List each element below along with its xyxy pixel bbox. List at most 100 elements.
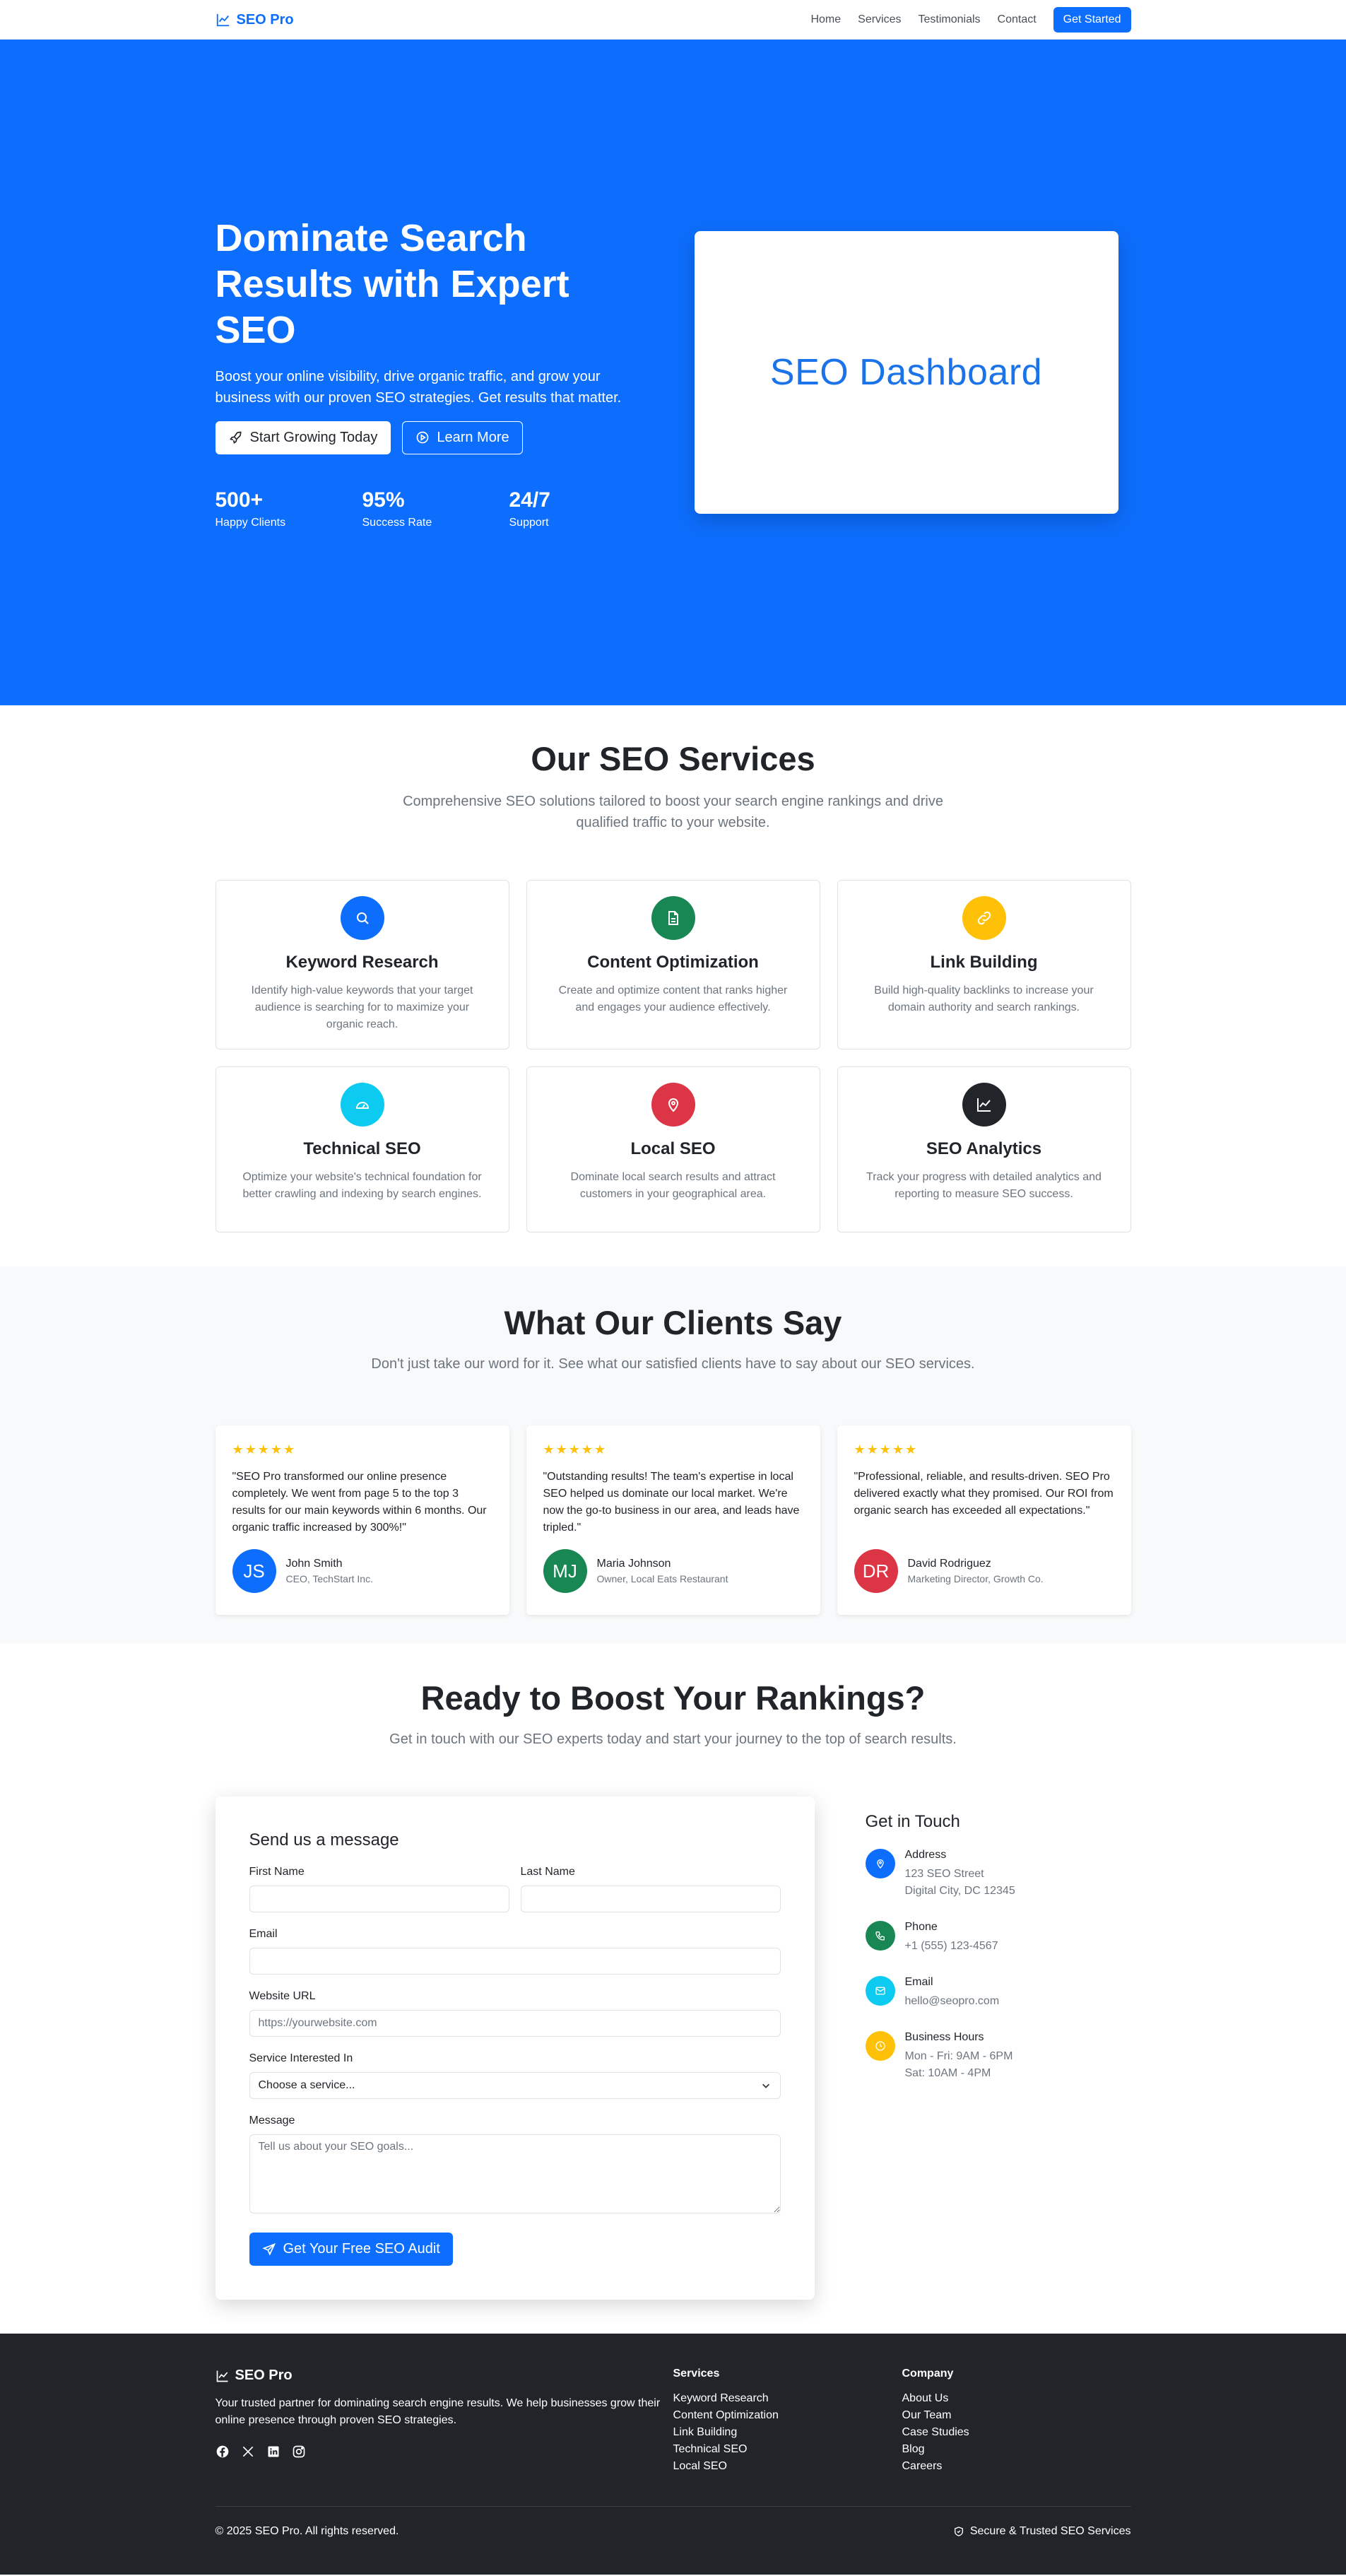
service-card-seo-analytics: SEO Analytics Track your progress with d… <box>837 1066 1131 1233</box>
navbar: SEO Pro Home Services Testimonials Conta… <box>0 0 1346 40</box>
nav-link-contact[interactable]: Contact <box>998 13 1037 26</box>
last-name-field[interactable] <box>520 1886 781 1912</box>
message-label: Message <box>249 2115 295 2127</box>
service-card-local-seo: Local SEO Dominate local search results … <box>526 1066 820 1233</box>
rocket-icon <box>229 431 242 445</box>
footer-link[interactable]: Link Building <box>673 2424 902 2441</box>
services-subtitle: Comprehensive SEO solutions tailored to … <box>403 794 943 830</box>
brand-logo[interactable]: SEO Pro <box>216 12 294 28</box>
info-phone: Phone +1 (555) 123-4567 <box>865 1921 1131 1955</box>
footer-company-title: Company <box>902 2368 954 2380</box>
testimonial-card: ★★★★★ "Outstanding results! The team's e… <box>526 1425 820 1615</box>
footer-link[interactable]: Local SEO <box>673 2458 902 2475</box>
website-field[interactable] <box>249 2010 781 2037</box>
footer-link[interactable]: Careers <box>902 2458 1131 2475</box>
search-icon <box>340 896 384 940</box>
submit-audit-button[interactable]: Get Your Free SEO Audit <box>249 2233 453 2266</box>
footer-link[interactable]: Case Studies <box>902 2424 1131 2441</box>
service-title: Content Optimization <box>587 953 759 972</box>
info-head: Address <box>904 1849 947 1861</box>
secure-label: Secure & Trusted SEO Services <box>969 2525 1131 2537</box>
start-growing-button[interactable]: Start Growing Today <box>215 420 391 454</box>
stat-number: 24/7 <box>509 488 550 512</box>
info-head: Email <box>904 1976 933 1988</box>
service-title: SEO Analytics <box>926 1139 1042 1158</box>
info-line: 123 SEO Street <box>904 1868 984 1880</box>
message-field[interactable] <box>249 2134 781 2213</box>
secure-badge: Secure & Trusted SEO Services <box>953 2525 1131 2538</box>
footer-services-title: Services <box>673 2368 720 2380</box>
testimonial-quote: "Professional, reliable, and results-dri… <box>854 1471 1114 1517</box>
clock-icon <box>865 2031 895 2061</box>
stat-clients: 500+ Happy Clients <box>216 488 362 529</box>
info-line: Sat: 10AM - 4PM <box>904 2067 991 2079</box>
info-title: Get in Touch <box>865 1812 960 1831</box>
service-select[interactable]: Choose a service... <box>249 2072 781 2099</box>
author-name: John Smith <box>285 1558 343 1570</box>
info-line: Mon - Fri: 9AM - 6PM <box>904 2050 1013 2062</box>
first-name-label: First Name <box>249 1866 305 1878</box>
learn-more-button[interactable]: Learn More <box>402 420 523 454</box>
service-label: Service Interested In <box>249 2052 353 2064</box>
author-role: Owner, Local Eats Restaurant <box>596 1573 728 1584</box>
nav-link-testimonials[interactable]: Testimonials <box>919 13 981 26</box>
author-name: David Rodriguez <box>907 1558 991 1570</box>
stat-label: Success Rate <box>362 516 432 529</box>
stat-support: 24/7 Support <box>509 488 656 529</box>
facebook-icon[interactable] <box>216 2445 230 2459</box>
info-head: Business Hours <box>904 2031 984 2043</box>
link-icon <box>962 896 1006 940</box>
send-icon <box>261 2242 276 2256</box>
footer-brand[interactable]: SEO Pro <box>216 2368 673 2384</box>
author-name: Maria Johnson <box>596 1558 671 1570</box>
chart-line-icon <box>216 2370 228 2382</box>
chevron-down-icon <box>762 2083 769 2088</box>
x-twitter-icon[interactable] <box>241 2445 255 2459</box>
testimonials-subtitle: Don't just take our word for it. See wha… <box>371 1356 975 1372</box>
service-select-value: Choose a service... <box>249 2072 781 2099</box>
footer-link[interactable]: Technical SEO <box>673 2441 902 2458</box>
learn-more-label: Learn More <box>437 429 509 445</box>
map-pin-icon <box>865 1849 895 1878</box>
author-role: CEO, TechStart Inc. <box>285 1573 373 1584</box>
envelope-icon <box>865 1976 895 2006</box>
contact-form: Send us a message First Name Last Name E… <box>215 1796 815 2300</box>
service-title: Link Building <box>930 953 1038 972</box>
shield-icon <box>954 2527 963 2536</box>
website-label: Website URL <box>249 1990 316 2002</box>
get-started-button[interactable]: Get Started <box>1053 7 1131 33</box>
footer-link[interactable]: Keyword Research <box>673 2390 902 2407</box>
contact-section: Ready to Boost Your Rankings? Get in tou… <box>0 1643 1346 2334</box>
hero-title: Dominate Search Results with Expert SEO <box>215 217 569 351</box>
testimonials-section: What Our Clients Say Don't just take our… <box>0 1266 1346 1643</box>
services-section: Our SEO Services Comprehensive SEO solut… <box>0 705 1346 1266</box>
instagram-icon[interactable] <box>292 2445 306 2459</box>
footer-link[interactable]: Our Team <box>902 2407 1131 2424</box>
service-title: Keyword Research <box>285 953 439 972</box>
service-card-technical-seo: Technical SEO Optimize your website's te… <box>215 1066 509 1233</box>
nav-link-services[interactable]: Services <box>858 13 901 26</box>
map-pin-icon <box>651 1083 695 1127</box>
play-circle-icon <box>417 431 429 444</box>
service-desc: Identify high-value keywords that your t… <box>251 984 473 1030</box>
footer: SEO Pro Your trusted partner for dominat… <box>0 2334 1346 2575</box>
service-card-content-optimization: Content Optimization Create and optimize… <box>526 880 820 1049</box>
copyright: © 2025 SEO Pro. All rights reserved. <box>215 2525 399 2537</box>
nav-link-home[interactable]: Home <box>810 13 841 26</box>
footer-link[interactable]: Blog <box>902 2441 1131 2458</box>
submit-label: Get Your Free SEO Audit <box>283 2241 440 2257</box>
footer-link[interactable]: Content Optimization <box>673 2407 902 2424</box>
email-label: Email <box>249 1928 278 1940</box>
linkedin-icon[interactable] <box>266 2445 281 2459</box>
stat-label: Happy Clients <box>215 516 286 529</box>
avatar: MJ <box>543 1549 587 1593</box>
email-field[interactable] <box>249 1948 781 1975</box>
first-name-field[interactable] <box>249 1886 509 1912</box>
info-address: Address 123 SEO Street Digital City, DC … <box>865 1849 1131 1900</box>
footer-link[interactable]: About Us <box>902 2390 1131 2407</box>
info-line: +1 (555) 123-4567 <box>904 1940 998 1952</box>
document-icon <box>651 896 695 940</box>
service-card-keyword-research: Keyword Research Identify high-value key… <box>215 880 509 1049</box>
hero-stats: 500+ Happy Clients 95% Success Rate 24/7… <box>216 488 656 529</box>
social-links <box>216 2445 673 2459</box>
